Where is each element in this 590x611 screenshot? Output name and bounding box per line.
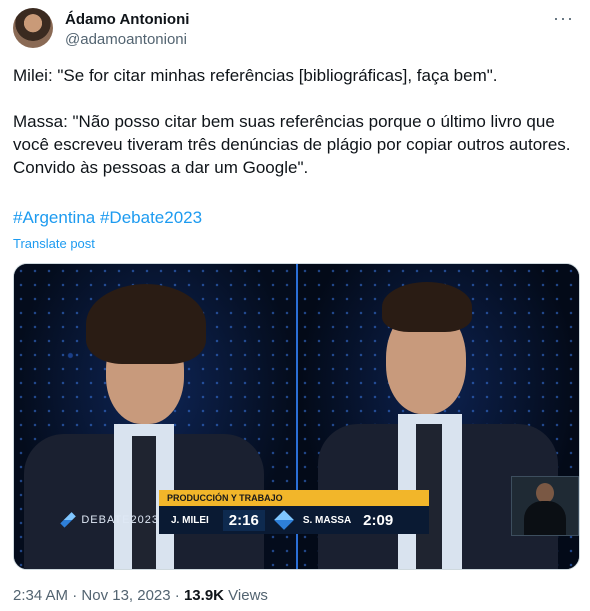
tweet: Ádamo Antonioni @adamoantonioni ··· Mile…	[0, 0, 590, 611]
hashtags: #Argentina #Debate2023	[13, 208, 202, 228]
avatar[interactable]	[13, 8, 53, 48]
tweet-text-line-massa: Massa: "Não posso citar bem suas referên…	[13, 112, 571, 177]
hashtag-argentina[interactable]: #Argentina	[13, 208, 95, 227]
tweet-meta: 2:34 AM · Nov 13, 2023 · 13.9K Views	[13, 587, 268, 604]
tweet-text: Milei: "Se for citar minhas referências …	[13, 64, 573, 179]
post-date[interactable]: Nov 13, 2023	[81, 587, 170, 604]
debate-logo: DEBATE2023	[59, 506, 159, 534]
debate-diamond-icon	[60, 512, 77, 528]
candidate1-name: J. MILEI	[171, 514, 209, 526]
sign-language-interpreter	[511, 476, 579, 536]
candidate2-time: 2:09	[363, 511, 394, 529]
timer-row: J. MILEI 2:16 S. MASSA 2:09	[159, 506, 429, 534]
post-time[interactable]: 2:34 AM	[13, 587, 68, 604]
debate-diamond-small-icon	[273, 510, 294, 530]
views-label: Views	[228, 587, 268, 604]
author-handle[interactable]: @adamoantonioni	[65, 31, 187, 48]
translate-post-link[interactable]: Translate post	[13, 236, 95, 251]
more-horizontal-icon[interactable]: ···	[553, 8, 574, 29]
debate-logo-text: DEBATE2023	[81, 514, 159, 526]
topic-band: PRODUCCIÓN Y TRABAJO	[159, 490, 429, 506]
debate-lower-third: DEBATE2023 PRODUCCIÓN Y TRABAJO J. MILEI…	[59, 490, 439, 536]
tweet-text-line-milei: Milei: "Se for citar minhas referências …	[13, 66, 498, 85]
views-count: 13.9K	[183, 587, 224, 604]
candidate2-name: S. MASSA	[302, 514, 352, 526]
hashtag-debate2023[interactable]: #Debate2023	[100, 208, 202, 227]
candidate1-time: 2:16	[222, 509, 265, 531]
author-name[interactable]: Ádamo Antonioni	[65, 11, 189, 28]
media-image[interactable]: DEBATE2023 PRODUCCIÓN Y TRABAJO J. MILEI…	[13, 263, 580, 570]
